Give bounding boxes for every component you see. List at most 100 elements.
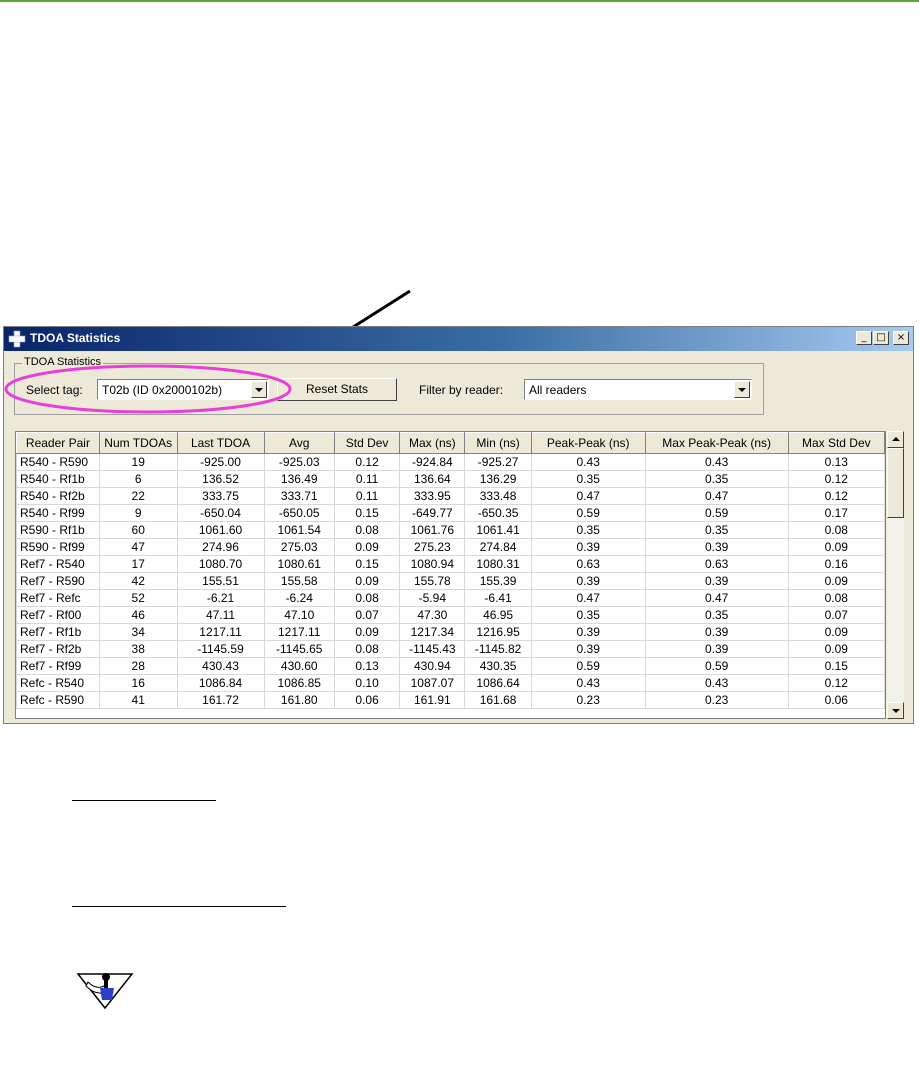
column-header[interactable]: Num TDOAs: [98, 432, 178, 454]
table-cell: 0.09: [787, 572, 885, 590]
table-cell: 0.59: [644, 657, 789, 675]
groupbox-label: TDOA Statistics: [22, 356, 104, 368]
scroll-down-arrow-icon[interactable]: [887, 702, 904, 719]
table-cell: 1080.61: [263, 555, 335, 573]
table-cell: 0.06: [333, 691, 401, 709]
column-header[interactable]: Peak-Peak (ns): [530, 432, 646, 454]
column-header[interactable]: Max (ns): [399, 432, 466, 454]
table-cell: Ref7 - Rf99: [16, 657, 100, 675]
table-cell: 0.35: [644, 521, 789, 539]
table-row[interactable]: R540 - R590 19 -925.00 -925.03 0.12 -924.84 -9…: [16, 453, 885, 471]
table-cell: 430.43: [176, 657, 265, 675]
table-cell: 16: [98, 674, 178, 692]
table-cell: 161.80: [263, 691, 335, 709]
table-row[interactable]: Refc - R590 41 161.72 161.80 0.06 161.91 161.6…: [16, 691, 885, 709]
table-cell: 0.09: [787, 640, 885, 658]
table-cell: -6.24: [263, 589, 335, 607]
table-row[interactable]: Ref7 - Refc 52 -6.21 -6.24 0.08 -5.94 -6.41 0.4…: [16, 589, 885, 607]
table-cell: 274.84: [464, 538, 532, 556]
table-cell: 0.11: [333, 470, 401, 488]
chevron-down-icon[interactable]: [734, 381, 750, 398]
table-cell: 155.58: [263, 572, 335, 590]
table-cell: R540 - Rf99: [16, 504, 100, 522]
table-cell: 1217.11: [263, 623, 335, 641]
table-cell: 28: [98, 657, 178, 675]
table-cell: 1086.85: [263, 674, 335, 692]
scroll-up-arrow-icon[interactable]: [887, 431, 904, 448]
table-cell: 333.71: [263, 487, 335, 505]
table-row[interactable]: R540 - Rf99 9 -650.04 -650.05 0.15 -649.77 -65…: [16, 504, 885, 522]
table-row[interactable]: R590 - Rf1b 60 1061.60 1061.54 0.08 1061.76 10…: [16, 521, 885, 539]
tdoa-table[interactable]: Reader Pair Num TDOAs Last TDOA Avg Std …: [15, 431, 886, 719]
table-cell: 0.47: [644, 589, 789, 607]
close-button[interactable]: ×: [893, 331, 909, 345]
column-header[interactable]: Max Std Dev: [787, 432, 885, 454]
table-cell: Ref7 - R590: [16, 572, 100, 590]
table-row[interactable]: Ref7 - Rf1b 34 1217.11 1217.11 0.09 1217.34 12…: [16, 623, 885, 641]
table-cell: 0.15: [787, 657, 885, 675]
table-row[interactable]: Ref7 - Rf99 28 430.43 430.60 0.13 430.94 430.3…: [16, 657, 885, 675]
table-cell: 1080.70: [176, 555, 265, 573]
vertical-scrollbar[interactable]: [887, 431, 904, 719]
filter-reader-dropdown[interactable]: All readers: [524, 379, 752, 400]
column-header[interactable]: Last TDOA: [176, 432, 265, 454]
table-cell: Ref7 - Rf1b: [16, 623, 100, 641]
table-cell: 0.39: [644, 572, 789, 590]
table-cell: 0.09: [333, 572, 401, 590]
table-row[interactable]: R540 - Rf1b 6 136.52 136.49 0.11 136.64 136.29…: [16, 470, 885, 488]
title-bar[interactable]: TDOA Statistics _ □ ×: [4, 327, 913, 351]
table-cell: 0.39: [530, 538, 646, 556]
column-header[interactable]: Reader Pair: [16, 432, 100, 454]
table-row[interactable]: Refc - R540 16 1086.84 1086.85 0.10 1087.07 10…: [16, 674, 885, 692]
table-cell: 0.59: [644, 504, 789, 522]
window-title: TDOA Statistics: [30, 331, 121, 345]
column-header[interactable]: Min (ns): [464, 432, 532, 454]
table-cell: 0.43: [644, 453, 789, 471]
table-cell: 0.17: [787, 504, 885, 522]
table-row[interactable]: Ref7 - R590 42 155.51 155.58 0.09 155.78 155.3…: [16, 572, 885, 590]
table-row[interactable]: R540 - Rf2b 22 333.75 333.71 0.11 333.95 333.4…: [16, 487, 885, 505]
table-cell: 0.08: [333, 589, 401, 607]
table-cell: 0.12: [333, 453, 401, 471]
maximize-button[interactable]: □: [873, 331, 889, 345]
table-cell: 17: [98, 555, 178, 573]
reset-stats-button[interactable]: Reset Stats: [277, 378, 397, 401]
table-cell: 47.10: [263, 606, 335, 624]
table-cell: 0.59: [530, 657, 646, 675]
table-cell: 6: [98, 470, 178, 488]
table-row[interactable]: Ref7 - R540 17 1080.70 1080.61 0.15 1080.94 10…: [16, 555, 885, 573]
table-cell: 1216.95: [464, 623, 532, 641]
column-header[interactable]: Max Peak-Peak (ns): [644, 432, 789, 454]
filter-reader-value: All readers: [529, 383, 587, 397]
table-cell: 155.78: [399, 572, 466, 590]
column-header[interactable]: Std Dev: [333, 432, 401, 454]
chevron-down-icon[interactable]: [251, 381, 267, 398]
table-cell: 0.43: [530, 453, 646, 471]
document-header-rule: [0, 0, 919, 2]
table-row[interactable]: Ref7 - Rf00 46 47.11 47.10 0.07 47.30 46.95 0.3…: [16, 606, 885, 624]
table-cell: -6.41: [464, 589, 532, 607]
table-cell: 275.03: [263, 538, 335, 556]
table-cell: 275.23: [399, 538, 466, 556]
table-cell: R540 - Rf1b: [16, 470, 100, 488]
table-cell: Refc - R540: [16, 674, 100, 692]
table-cell: 19: [98, 453, 178, 471]
table-row[interactable]: Ref7 - Rf2b 38 -1145.59 -1145.65 0.08 -1145.4…: [16, 640, 885, 658]
table-cell: -650.05: [263, 504, 335, 522]
select-tag-dropdown[interactable]: T02b (ID 0x2000102b): [97, 379, 269, 400]
table-cell: 0.35: [530, 521, 646, 539]
table-cell: 333.95: [399, 487, 466, 505]
table-cell: 430.35: [464, 657, 532, 675]
table-row[interactable]: R590 - Rf99 47 274.96 275.03 0.09 275.23 274.8…: [16, 538, 885, 556]
table-cell: 1061.54: [263, 521, 335, 539]
table-cell: R540 - Rf2b: [16, 487, 100, 505]
table-cell: 0.63: [644, 555, 789, 573]
scroll-thumb[interactable]: [887, 448, 904, 518]
table-cell: 34: [98, 623, 178, 641]
column-header[interactable]: Avg: [263, 432, 335, 454]
minimize-button[interactable]: _: [856, 331, 872, 345]
table-cell: -1145.65: [263, 640, 335, 658]
table-cell: 41: [98, 691, 178, 709]
table-cell: 0.13: [333, 657, 401, 675]
table-cell: 9: [98, 504, 178, 522]
